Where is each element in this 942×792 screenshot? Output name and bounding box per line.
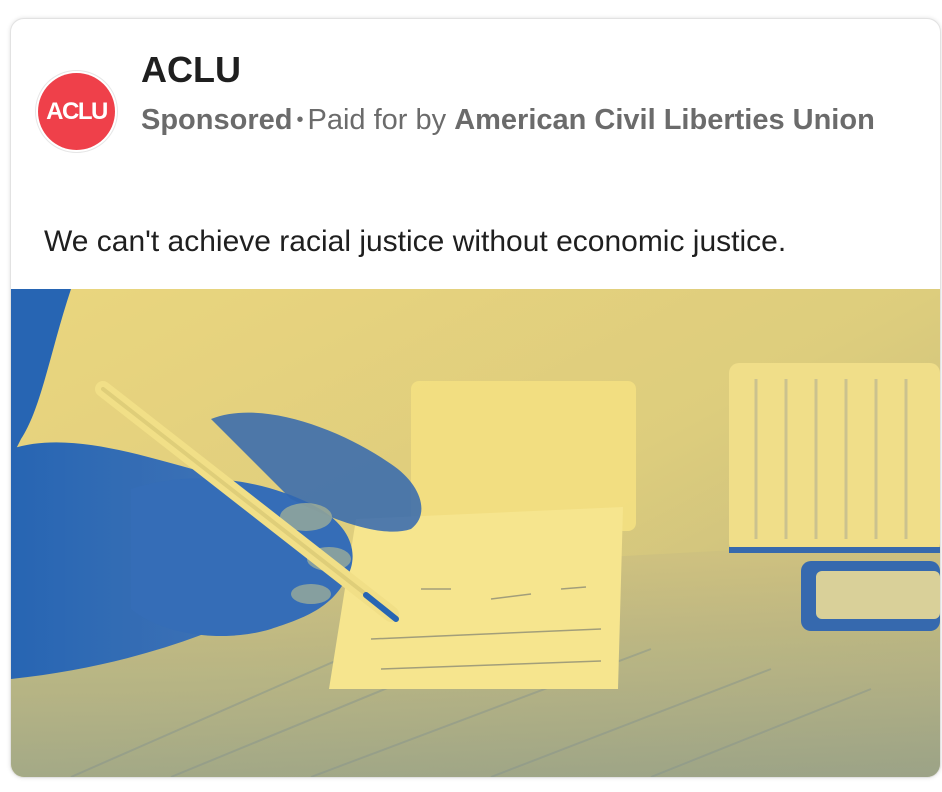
paid-for-prefix: Paid for by <box>307 104 447 136</box>
payer-name[interactable]: American Civil Liberties Union <box>454 104 875 136</box>
advertiser-name[interactable]: ACLU <box>141 49 241 91</box>
aclu-logo: ACLU <box>38 73 115 150</box>
ad-card: ACLU ACLU Sponsored • Paid for by American… <box>10 18 941 778</box>
sponsored-byline: Sponsored • Paid for by American Civil Lib… <box>141 99 881 142</box>
ad-body-text: We can't achieve racial justice without … <box>44 225 787 258</box>
hand-writing-check-photo <box>11 289 940 777</box>
separator-dot: • <box>296 109 304 131</box>
ad-image[interactable] <box>11 289 940 777</box>
advertiser-avatar[interactable]: ACLU <box>35 70 118 153</box>
sponsored-label: Sponsored <box>141 104 293 136</box>
logo-text: ACLU <box>46 97 108 125</box>
